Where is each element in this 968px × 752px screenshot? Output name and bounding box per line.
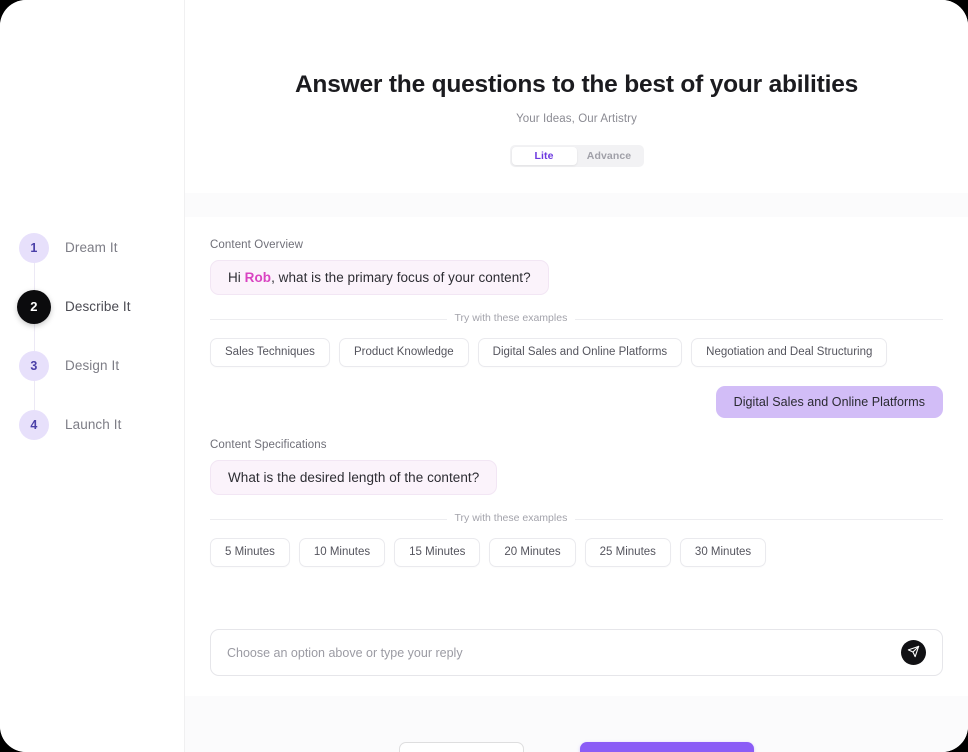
specifications-examples-divider: Try with these examples bbox=[210, 512, 943, 525]
reply-box[interactable] bbox=[210, 629, 943, 676]
question-greeting: Hi bbox=[228, 270, 245, 285]
divider-label: Try with these examples bbox=[446, 512, 576, 525]
duration-chip[interactable]: 5 Minutes bbox=[210, 538, 290, 567]
step-number-badge: 2 bbox=[17, 289, 51, 324]
user-name-highlight: Rob bbox=[244, 270, 272, 285]
duration-chip[interactable]: 10 Minutes bbox=[298, 538, 386, 567]
mode-toggle[interactable]: Lite Advance bbox=[509, 145, 644, 167]
generate-outline-button[interactable]: Generate Outline bbox=[580, 742, 755, 752]
content-specifications-label: Content Specifications bbox=[210, 439, 327, 451]
content-specifications-section: Content Specifications What is the desir… bbox=[210, 439, 943, 567]
content-card: Content Overview Hi Rob, what is the pri… bbox=[185, 217, 968, 696]
sidebar-step-describe-it[interactable]: 2 Describe It bbox=[0, 277, 184, 336]
page-subtitle: Your Ideas, Our Artistry bbox=[516, 113, 637, 125]
sidebar-step-design-it[interactable]: 3 Design It bbox=[0, 336, 184, 395]
content-specifications-question-bubble: What is the desired length of the conten… bbox=[210, 460, 498, 495]
overview-examples-divider: Try with these examples bbox=[210, 312, 943, 325]
content-overview-label: Content Overview bbox=[210, 239, 303, 251]
step-label: Dream It bbox=[65, 240, 118, 255]
sidebar-step-dream-it[interactable]: 1 Dream It bbox=[0, 218, 184, 277]
duration-chip[interactable]: 20 Minutes bbox=[489, 538, 576, 567]
example-chip[interactable]: Digital Sales and Online Platforms bbox=[477, 338, 683, 367]
step-label: Describe It bbox=[65, 299, 131, 314]
user-answer-row: Digital Sales and Online Platforms bbox=[210, 386, 943, 418]
sidebar: 1 Dream It 2 Describe It 3 Design It 4 L… bbox=[0, 0, 185, 752]
example-chip[interactable]: Sales Techniques bbox=[210, 338, 330, 367]
sidebar-step-launch-it[interactable]: 4 Launch It bbox=[0, 395, 184, 454]
app-window: 1 Dream It 2 Describe It 3 Design It 4 L… bbox=[0, 0, 968, 752]
example-chip[interactable]: Negotiation and Deal Structuring bbox=[691, 338, 888, 367]
page-title: Answer the questions to the best of your… bbox=[294, 71, 859, 98]
user-answer-bubble: Digital Sales and Online Platforms bbox=[715, 386, 943, 418]
reply-area bbox=[210, 629, 943, 676]
duration-chip[interactable]: 30 Minutes bbox=[679, 538, 767, 567]
duration-chip[interactable]: 25 Minutes bbox=[584, 538, 671, 567]
mode-option-lite[interactable]: Lite bbox=[511, 147, 577, 165]
content-overview-section: Content Overview Hi Rob, what is the pri… bbox=[210, 239, 943, 418]
page-header: Answer the questions to the best of your… bbox=[185, 53, 968, 193]
content-specifications-example-chips: 5 Minutes 10 Minutes 15 Minutes 20 Minut… bbox=[210, 538, 943, 567]
step-number-badge: 3 bbox=[19, 350, 49, 381]
main-panel: Answer the questions to the best of your… bbox=[185, 0, 968, 752]
step-label: Launch It bbox=[65, 417, 122, 432]
question-body: , what is the primary focus of your cont… bbox=[271, 270, 531, 285]
step-label: Design It bbox=[65, 358, 120, 373]
header-content-gap bbox=[185, 193, 968, 217]
reply-input[interactable] bbox=[227, 645, 901, 660]
mode-option-advance[interactable]: Advance bbox=[577, 147, 642, 165]
send-icon bbox=[907, 645, 920, 661]
content-overview-question-bubble: Hi Rob, what is the primary focus of you… bbox=[210, 260, 549, 295]
step-number-badge: 1 bbox=[19, 232, 49, 263]
divider-label: Try with these examples bbox=[446, 312, 576, 325]
example-chip[interactable]: Product Knowledge bbox=[338, 338, 469, 367]
step-number-badge: 4 bbox=[19, 409, 49, 440]
top-bar bbox=[185, 0, 968, 53]
stepper: 1 Dream It 2 Describe It 3 Design It 4 L… bbox=[0, 218, 184, 454]
duration-chip[interactable]: 15 Minutes bbox=[394, 538, 481, 567]
previous-button[interactable]: Previous bbox=[398, 742, 525, 752]
footer-actions: Previous Generate Outline bbox=[185, 696, 968, 752]
content-overview-example-chips: Sales Techniques Product Knowledge Digit… bbox=[210, 338, 943, 367]
send-button[interactable] bbox=[901, 640, 926, 665]
